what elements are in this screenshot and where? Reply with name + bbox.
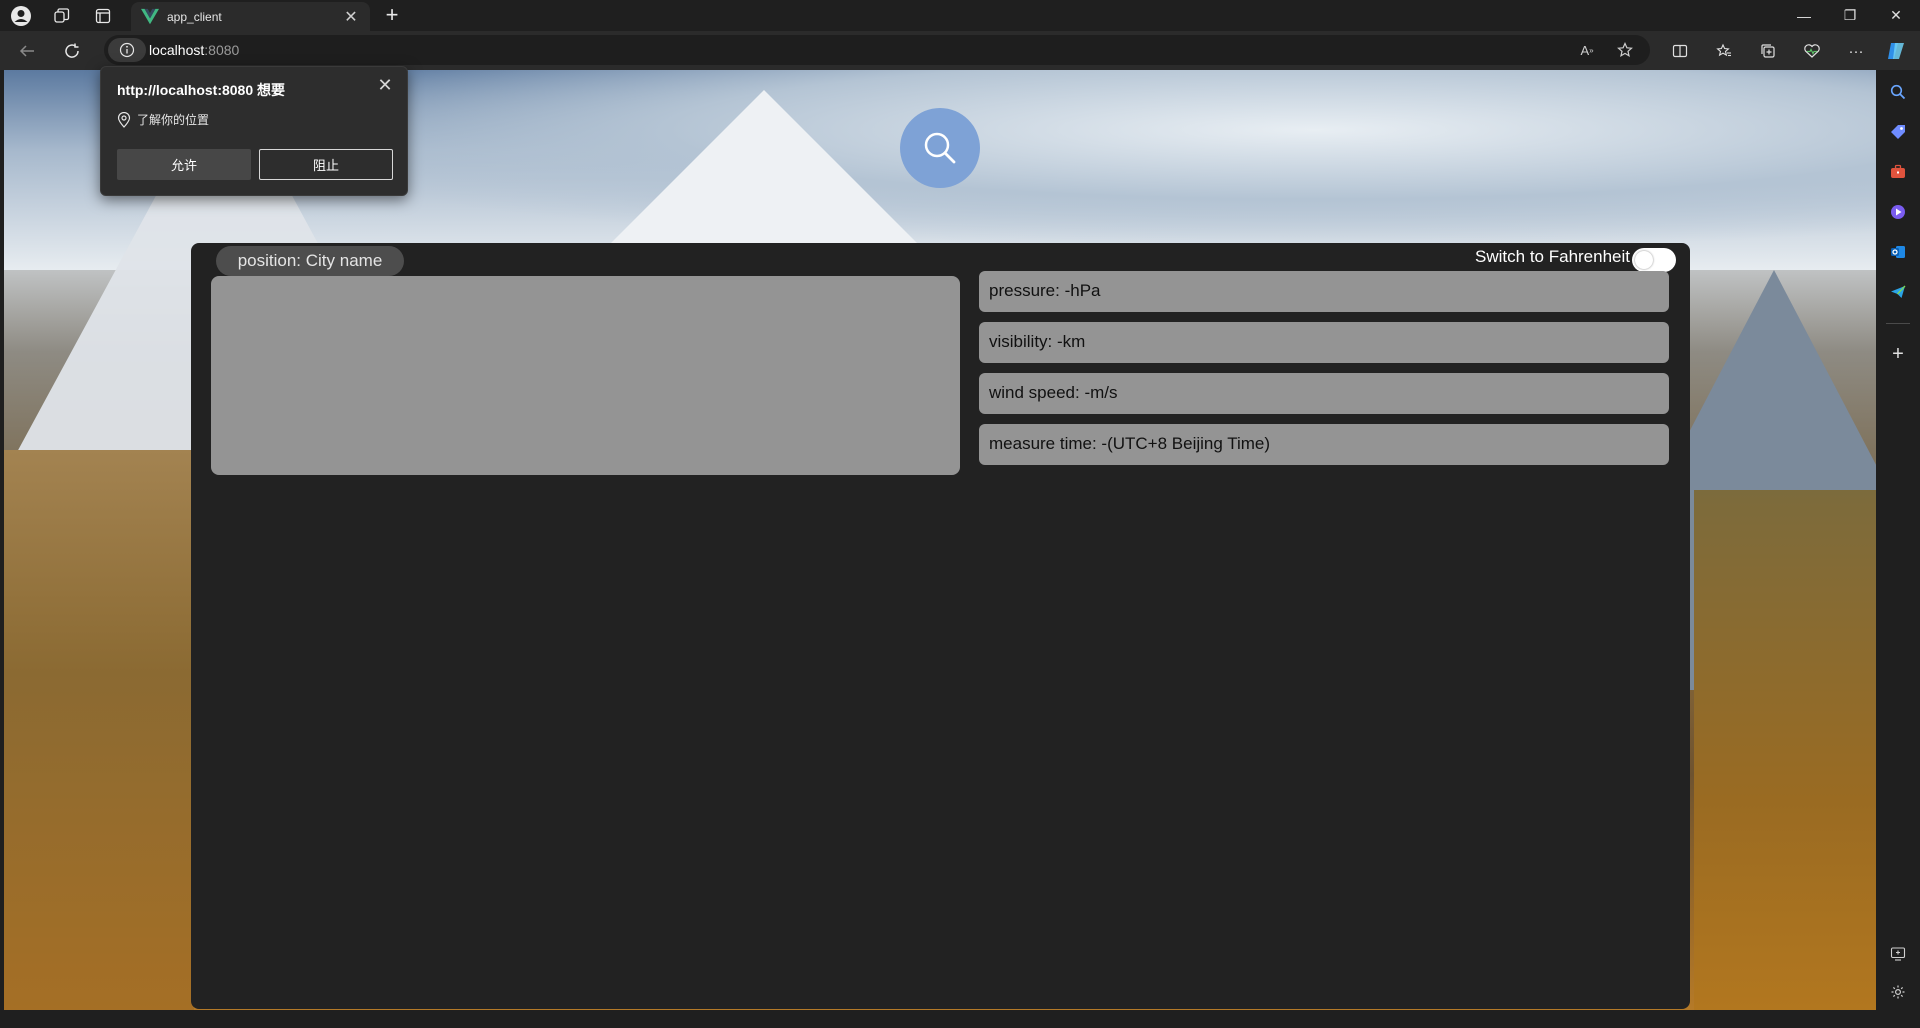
fahrenheit-toggle[interactable] bbox=[1632, 248, 1676, 272]
back-arrow-icon[interactable] bbox=[14, 38, 40, 64]
page-viewport: position: City name Switch to Fahrenheit… bbox=[4, 70, 1876, 1010]
read-aloud-icon[interactable]: A» bbox=[1577, 40, 1597, 60]
sidebar-divider bbox=[1886, 323, 1910, 324]
telegram-send-icon[interactable] bbox=[1886, 280, 1910, 304]
restore-button[interactable]: ❐ bbox=[1827, 0, 1873, 31]
main-weather-card bbox=[211, 276, 960, 475]
toggle-knob bbox=[1635, 251, 1653, 269]
fahrenheit-label: Switch to Fahrenheit bbox=[1475, 247, 1630, 266]
sidebar-search-icon[interactable] bbox=[1886, 80, 1910, 104]
allow-button[interactable]: 允许 bbox=[117, 149, 251, 180]
minimize-button[interactable]: — bbox=[1781, 0, 1827, 31]
url-text: localhost:8080 bbox=[149, 42, 240, 58]
tab-app-client[interactable]: app_client ✕ bbox=[131, 2, 370, 31]
edge-sidebar: + bbox=[1876, 70, 1920, 1028]
sidebar-settings-gear-icon[interactable] bbox=[1886, 980, 1910, 1004]
pressure-card: pressure: -hPa bbox=[979, 271, 1669, 312]
position-label: position: City name bbox=[216, 246, 404, 276]
collections-icon[interactable] bbox=[1756, 39, 1780, 63]
browser-essentials-icon[interactable] bbox=[1800, 39, 1824, 63]
more-options-icon[interactable]: ··· bbox=[1844, 39, 1868, 63]
outlook-icon[interactable] bbox=[1886, 240, 1910, 264]
tab-strip: app_client ✕ + — ❐ ✕ bbox=[0, 0, 1920, 31]
tools-briefcase-icon[interactable] bbox=[1886, 160, 1910, 184]
refresh-icon[interactable] bbox=[59, 38, 85, 64]
search-icon bbox=[924, 132, 956, 164]
location-permission-popup: http://localhost:8080 想要 ✕ 了解你的位置 允许 阻止 bbox=[100, 66, 408, 196]
site-info-icon[interactable] bbox=[108, 38, 146, 62]
add-sidebar-app-icon[interactable]: + bbox=[1886, 342, 1910, 366]
tab-actions-icon[interactable] bbox=[91, 4, 115, 28]
favorite-star-icon[interactable] bbox=[1615, 40, 1635, 60]
search-button[interactable] bbox=[900, 108, 980, 188]
vue-logo-icon bbox=[141, 8, 159, 24]
copilot-sidebar-icon[interactable] bbox=[1886, 200, 1910, 224]
wind-speed-card: wind speed: -m/s bbox=[979, 373, 1669, 414]
block-button[interactable]: 阻止 bbox=[259, 149, 393, 180]
profile-avatar-icon[interactable] bbox=[9, 4, 33, 28]
background-forest bbox=[4, 450, 194, 1010]
popup-close-icon[interactable]: ✕ bbox=[375, 75, 395, 95]
permission-row: 了解你的位置 bbox=[117, 111, 209, 128]
screen-cast-icon[interactable] bbox=[1886, 942, 1910, 966]
visibility-card: visibility: -km bbox=[979, 322, 1669, 363]
split-screen-icon[interactable] bbox=[1668, 39, 1692, 63]
close-window-button[interactable]: ✕ bbox=[1873, 0, 1919, 31]
tab-close-icon[interactable]: ✕ bbox=[342, 7, 360, 27]
address-toolbar: localhost:8080 A» ··· bbox=[0, 31, 1920, 70]
permission-text: 了解你的位置 bbox=[137, 113, 210, 127]
background-forest bbox=[1694, 490, 1876, 1010]
address-bar[interactable]: localhost:8080 A» bbox=[104, 35, 1650, 65]
copilot-icon[interactable] bbox=[1884, 39, 1908, 63]
bottom-frame bbox=[0, 1010, 1876, 1028]
browser-window: app_client ✕ + — ❐ ✕ localhost:8080 A» ·… bbox=[0, 0, 1920, 1028]
tab-title: app_client bbox=[167, 9, 222, 24]
popup-title: http://localhost:8080 想要 bbox=[117, 82, 286, 98]
shopping-tag-icon[interactable] bbox=[1886, 120, 1910, 144]
location-pin-icon bbox=[117, 111, 131, 128]
workspaces-icon[interactable] bbox=[50, 4, 74, 28]
favorites-icon[interactable] bbox=[1712, 39, 1736, 63]
new-tab-button[interactable]: + bbox=[380, 4, 404, 26]
measure-time-card: measure time: -(UTC+8 Beijing Time) bbox=[979, 424, 1669, 465]
weather-panel: position: City name Switch to Fahrenheit… bbox=[191, 243, 1690, 1009]
